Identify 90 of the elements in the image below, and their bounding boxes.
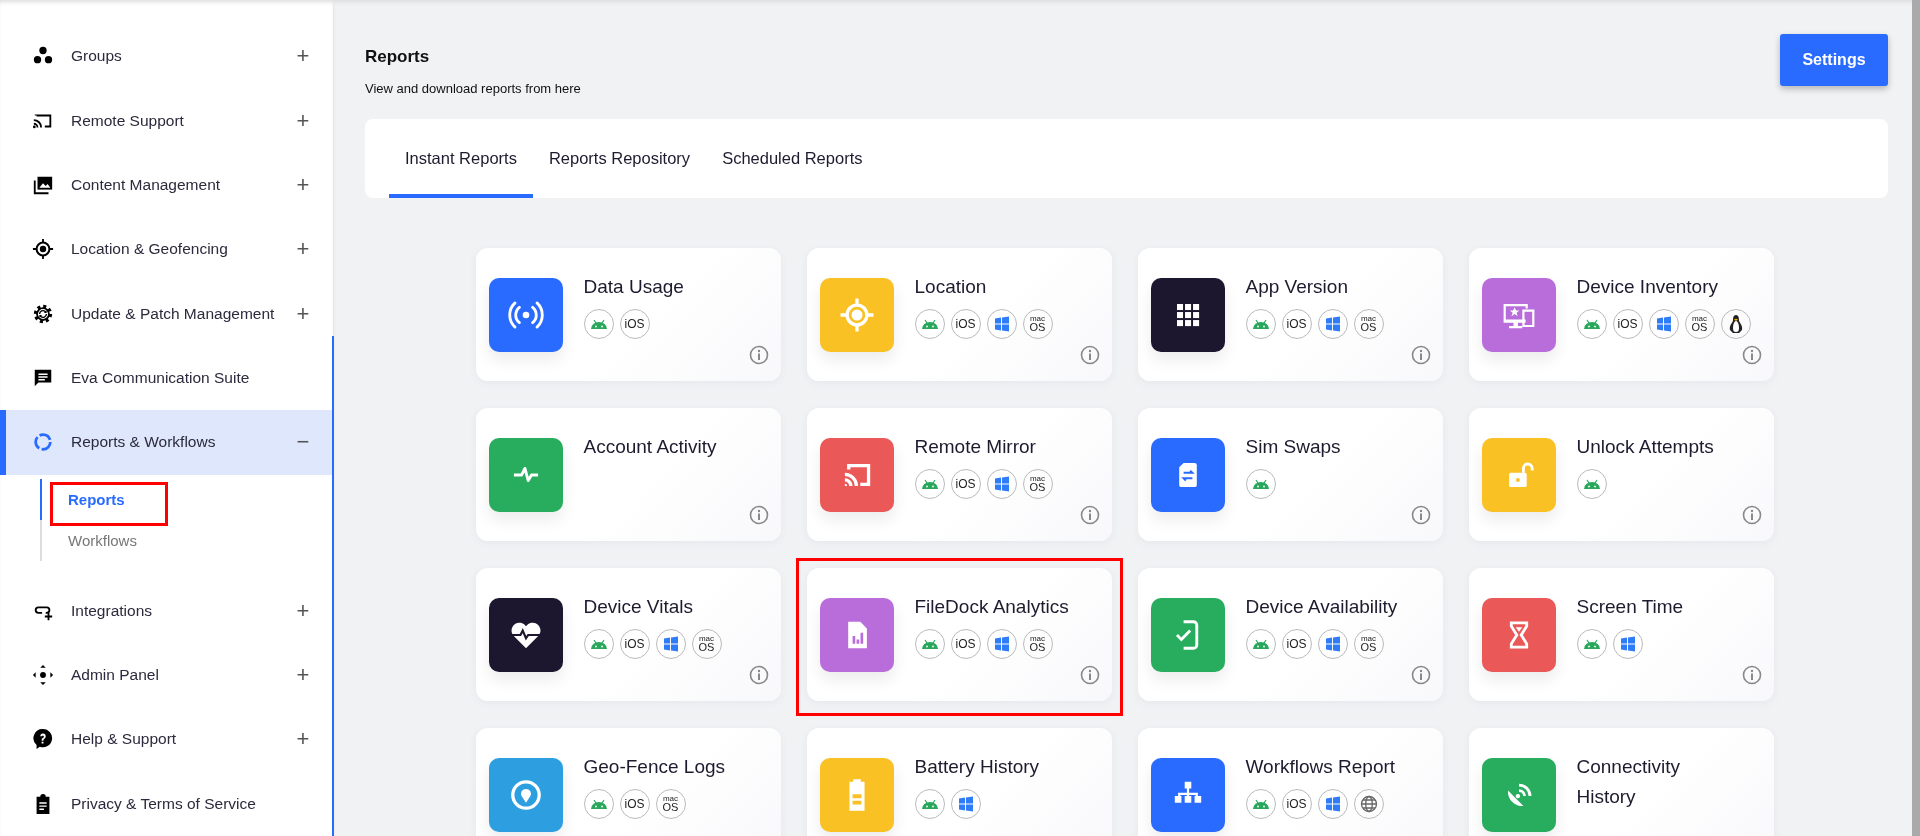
report-card[interactable]: Device Inventory iOS mac OS <box>1468 248 1774 381</box>
report-card[interactable]: Device Availability iOS mac OS <box>1137 568 1443 701</box>
sidebar-item-label: Eva Communication Suite <box>71 368 251 387</box>
sidebar-item[interactable]: Remote Support + <box>0 88 333 153</box>
sidebar-item-label: Integrations <box>71 601 153 620</box>
sidebar-item[interactable]: Admin Panel + <box>0 642 333 708</box>
gear-icon <box>32 302 54 325</box>
report-title: Location <box>914 275 988 299</box>
tab[interactable]: Instant Reports <box>389 123 533 198</box>
report-title: Account Activity <box>583 435 717 459</box>
report-title: Remote Mirror <box>914 435 1037 459</box>
expand-toggle[interactable]: + <box>293 171 313 198</box>
sidebar-item-label: Groups <box>71 47 123 66</box>
sidebar-item-label: Help & Support <box>71 730 178 749</box>
report-card[interactable]: Workflows Report iOS <box>1137 728 1443 836</box>
report-title: Device Vitals <box>583 595 694 619</box>
sidebar-item-label: Content Management <box>71 175 222 194</box>
info-icon[interactable] <box>748 345 769 365</box>
tab[interactable]: Scheduled Reports <box>706 123 879 198</box>
report-card[interactable]: Data Usage iOS <box>475 248 781 381</box>
info-icon[interactable] <box>1741 505 1762 525</box>
info-icon[interactable] <box>1741 665 1762 685</box>
report-title: FileDock Analytics <box>914 595 1069 619</box>
info-icon[interactable] <box>1079 505 1100 525</box>
report-title: Sim Swaps <box>1245 435 1341 459</box>
sidebar-item[interactable]: Update & Patch Management + <box>0 281 333 346</box>
report-title: Battery History <box>914 755 1040 779</box>
info-icon[interactable] <box>1079 345 1100 365</box>
settings-button[interactable]: Settings <box>1780 34 1888 86</box>
report-title: Screen Time <box>1576 595 1684 619</box>
info-icon[interactable] <box>1410 665 1431 685</box>
report-card[interactable]: Geo-Fence Logs iOS mac OS <box>475 728 781 836</box>
report-card[interactable]: Account Activity <box>475 408 781 541</box>
report-card[interactable]: Unlock Attempts <box>1468 408 1774 541</box>
sidebar-item[interactable]: Location & Geofencing + <box>0 217 333 282</box>
info-icon[interactable] <box>1079 665 1100 685</box>
info-icon[interactable] <box>1410 345 1431 365</box>
page-title: Reports <box>365 47 431 67</box>
sidebar-item-label: Admin Panel <box>71 666 160 685</box>
info-icon[interactable] <box>748 505 769 525</box>
expand-toggle[interactable]: + <box>293 107 313 134</box>
page-subtitle: View and download reports from here <box>365 81 581 96</box>
sidebar-item-label: Privacy & Terms of Service <box>71 794 257 813</box>
target-icon <box>32 238 54 261</box>
expand-toggle[interactable]: + <box>293 43 313 70</box>
expand-toggle[interactable]: + <box>293 236 313 263</box>
report-title: Device Availability <box>1245 595 1398 619</box>
report-title: Connectivity History <box>1576 755 1681 809</box>
expand-toggle[interactable]: + <box>293 300 313 327</box>
sidebar-item[interactable]: Eva Communication Suite <box>0 345 333 411</box>
report-title: Data Usage <box>583 275 684 299</box>
report-title: Unlock Attempts <box>1576 435 1714 459</box>
sidebar-item[interactable]: Help & Support + <box>0 707 333 772</box>
help-icon <box>32 728 54 751</box>
report-title: Geo-Fence Logs <box>583 755 726 779</box>
report-card[interactable]: Screen Time <box>1468 568 1774 701</box>
report-card[interactable]: FileDock Analytics iOS mac OS <box>806 568 1112 701</box>
sidebar-item[interactable]: Content Management + <box>0 152 333 218</box>
sidebar-item[interactable]: Groups + <box>0 24 333 89</box>
scrollbar[interactable] <box>1912 0 1920 836</box>
report-title: Workflows Report <box>1245 755 1396 779</box>
info-icon[interactable] <box>748 665 769 685</box>
report-card[interactable]: Device Vitals iOS mac OS <box>475 568 781 701</box>
donut-icon <box>32 431 54 454</box>
expand-toggle[interactable]: + <box>293 726 313 753</box>
sidebar-item[interactable]: Integrations + <box>0 578 333 643</box>
tab[interactable]: Reports Repository <box>532 123 707 198</box>
submenu-item[interactable]: Workflows <box>60 519 145 561</box>
sidebar-item-label: Reports & Workflows <box>71 433 217 452</box>
report-card[interactable]: Sim Swaps <box>1137 408 1443 541</box>
report-card[interactable]: Location iOS mac OS <box>806 248 1112 381</box>
report-card[interactable]: Battery History <box>806 728 1112 836</box>
sidebar-item-label: Remote Support <box>71 111 185 130</box>
report-card[interactable]: Connectivity History <box>1468 728 1774 836</box>
submenu-item[interactable]: Reports <box>60 478 133 520</box>
sidebar-item[interactable]: Privacy & Terms of Service <box>0 771 333 836</box>
info-icon[interactable] <box>1741 345 1762 365</box>
expand-toggle[interactable]: + <box>293 597 313 624</box>
report-title: App Version <box>1245 275 1349 299</box>
report-card[interactable]: App Version iOS mac OS <box>1137 248 1443 381</box>
report-card[interactable]: Remote Mirror iOS mac OS <box>806 408 1112 541</box>
report-title: Device Inventory <box>1576 275 1719 299</box>
sidebar-item[interactable]: Reports & Workflows − <box>0 410 333 475</box>
expand-toggle[interactable]: + <box>293 662 313 689</box>
sidebar-item-label: Location & Geofencing <box>71 240 229 259</box>
move-icon <box>32 664 54 687</box>
battery-icon <box>847 778 866 812</box>
expand-toggle[interactable]: − <box>293 429 313 456</box>
sidebar-item-label: Update & Patch Management <box>71 304 276 323</box>
info-icon[interactable] <box>1410 505 1431 525</box>
